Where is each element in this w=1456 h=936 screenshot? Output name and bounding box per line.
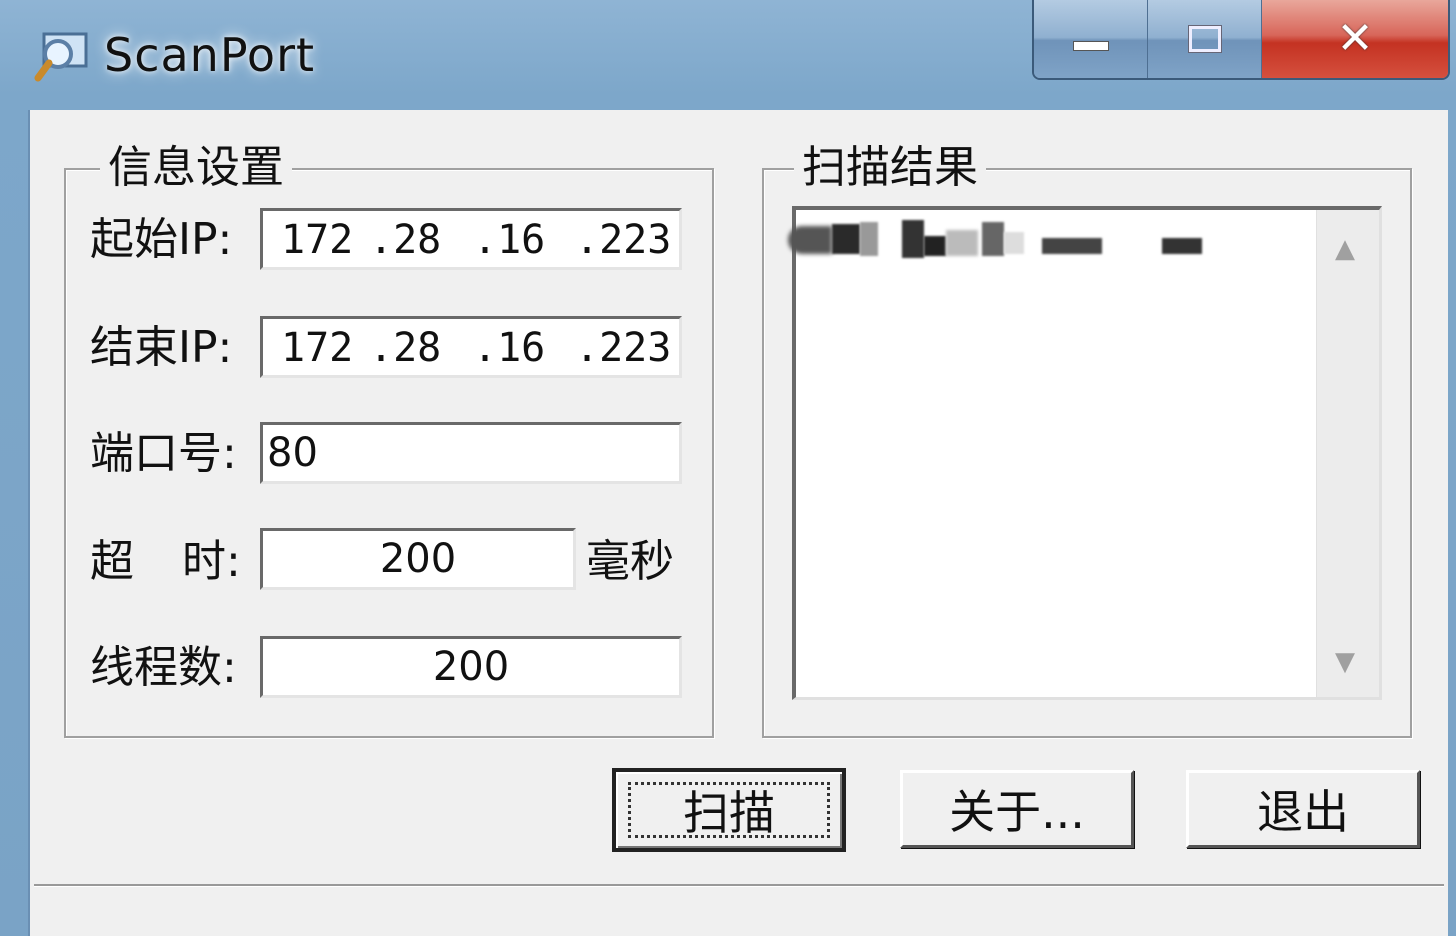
- end-ip-octet-2: .28: [369, 325, 442, 371]
- timeout-unit-label: 毫秒: [586, 536, 674, 587]
- close-icon: ✕: [1336, 13, 1374, 64]
- caption-buttons: ✕: [1032, 0, 1450, 80]
- focus-ring: [628, 782, 830, 838]
- about-button-label: 关于...: [949, 785, 1085, 839]
- minimize-button[interactable]: [1034, 0, 1148, 78]
- start-ip-octet-3: .16: [473, 217, 546, 263]
- end-ip-octet-4: .223: [575, 325, 672, 371]
- scroll-up-arrow-icon[interactable]: ▲: [1335, 234, 1355, 264]
- results-group-title: 扫描结果: [794, 140, 986, 196]
- scanport-window: ScanPort ✕ 信息设置 起始IP: 172 .28 .16 .223 结…: [0, 0, 1456, 936]
- redacted-result-entry: [788, 220, 1208, 264]
- client-area: 信息设置 起始IP: 172 .28 .16 .223 结束IP: 172 .2…: [28, 110, 1448, 936]
- timeout-input[interactable]: 200: [260, 528, 576, 590]
- exit-button[interactable]: 退出: [1186, 770, 1420, 848]
- threads-label: 线程数:: [90, 642, 237, 693]
- start-ip-octet-4: .223: [575, 217, 672, 263]
- end-ip-label: 结束IP:: [90, 322, 233, 373]
- timeout-label-part1: 超: [90, 536, 134, 587]
- maximize-button[interactable]: [1148, 0, 1262, 78]
- scroll-down-arrow-icon[interactable]: ▼: [1335, 647, 1355, 677]
- start-ip-label: 起始IP:: [90, 214, 233, 265]
- port-input[interactable]: 80: [260, 422, 682, 484]
- start-ip-octet-1: 172: [281, 217, 354, 263]
- window-title: ScanPort: [104, 28, 316, 82]
- port-value: 80: [267, 430, 318, 476]
- end-ip-octet-1: 172: [281, 325, 354, 371]
- title-bar[interactable]: ScanPort ✕: [0, 0, 1456, 108]
- results-list[interactable]: ▲ ▼: [788, 206, 1382, 700]
- start-ip-octet-2: .28: [369, 217, 442, 263]
- end-ip-input[interactable]: 172 .28 .16 .223: [260, 316, 682, 378]
- minimize-icon: [1072, 41, 1109, 51]
- threads-value: 200: [432, 644, 510, 690]
- start-ip-input[interactable]: 172 .28 .16 .223: [260, 208, 682, 270]
- about-button[interactable]: 关于...: [900, 770, 1134, 848]
- results-scrollbar[interactable]: ▲ ▼: [1316, 210, 1379, 697]
- settings-group-title: 信息设置: [100, 140, 292, 196]
- timeout-value: 200: [379, 536, 457, 582]
- magnifier-icon: [34, 32, 88, 82]
- status-bar: [34, 884, 1444, 918]
- threads-input[interactable]: 200: [260, 636, 682, 698]
- port-label: 端口号:: [90, 428, 237, 479]
- exit-button-label: 退出: [1257, 785, 1349, 839]
- maximize-icon: [1188, 26, 1221, 52]
- timeout-label-part2: 时:: [182, 536, 241, 587]
- scan-button[interactable]: 扫描: [612, 768, 846, 852]
- close-button[interactable]: ✕: [1262, 0, 1448, 78]
- end-ip-octet-3: .16: [473, 325, 546, 371]
